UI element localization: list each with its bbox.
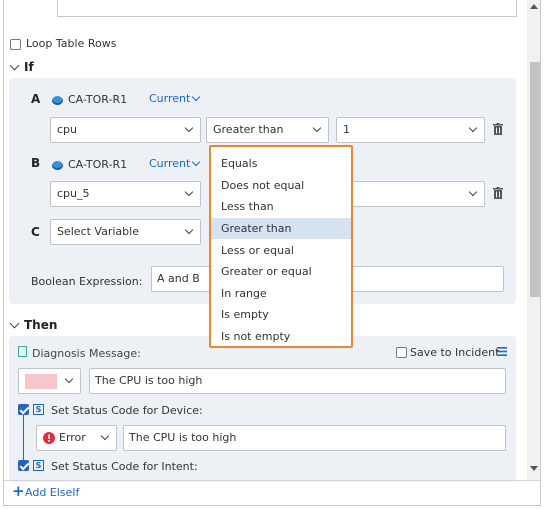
row-b-value-select[interactable] bbox=[336, 181, 485, 207]
row-a-mode[interactable]: Current bbox=[149, 92, 190, 105]
editor-frame: Loop Table Rows If A CA-TOR-R1 Current c… bbox=[3, 0, 541, 506]
loop-table-rows-checkbox[interactable] bbox=[10, 39, 21, 50]
status-code-intent-checkbox[interactable] bbox=[18, 460, 29, 471]
if-collapse-chevron-icon[interactable] bbox=[9, 60, 20, 71]
chevron-down-icon bbox=[184, 225, 194, 235]
add-icon: + bbox=[12, 482, 25, 500]
row-a-variable-select[interactable]: cpu bbox=[50, 117, 201, 143]
device-icon bbox=[52, 96, 63, 105]
row-a-value: 1 bbox=[343, 123, 350, 136]
row-b-variable-select[interactable]: cpu_5 bbox=[50, 181, 201, 207]
add-elseif-link[interactable]: Add ElseIf bbox=[25, 486, 79, 499]
save-to-incident-label: Save to Incident bbox=[410, 346, 500, 359]
document-icon bbox=[18, 346, 27, 357]
dropdown-option-is-not-empty[interactable]: Is not empty bbox=[211, 326, 351, 347]
script-badge-icon: S bbox=[33, 404, 44, 415]
diagnosis-message-input[interactable]: The CPU is too high bbox=[89, 368, 506, 394]
error-icon bbox=[43, 432, 55, 444]
loop-table-rows-label: Loop Table Rows bbox=[26, 37, 117, 50]
row-b-letter: B bbox=[31, 156, 41, 170]
device-icon bbox=[52, 161, 63, 170]
text-area-bottom[interactable] bbox=[57, 0, 517, 17]
menu-lines-icon[interactable] bbox=[497, 347, 507, 356]
row-a-operator-select[interactable]: Greater than bbox=[206, 117, 329, 143]
row-b-variable-value: cpu_5 bbox=[57, 187, 90, 200]
chevron-down-icon bbox=[468, 187, 478, 197]
chevron-down-icon bbox=[184, 187, 194, 197]
then-section-title: Then bbox=[24, 318, 58, 332]
footer-divider bbox=[4, 480, 540, 481]
then-collapse-chevron-icon[interactable] bbox=[9, 318, 20, 329]
dropdown-option-is-empty[interactable]: Is empty bbox=[211, 304, 351, 325]
color-swatch bbox=[25, 374, 57, 389]
scroll-up-arrow-icon[interactable] bbox=[530, 4, 538, 9]
status-level-value: Error bbox=[59, 431, 86, 444]
chevron-down-icon bbox=[64, 374, 74, 384]
row-c-variable-value: Select Variable bbox=[57, 225, 139, 238]
row-b-device[interactable]: CA-TOR-R1 bbox=[68, 158, 127, 171]
row-a-letter: A bbox=[31, 92, 41, 106]
row-b-mode[interactable]: Current bbox=[149, 157, 190, 170]
row-a-operator-value: Greater than bbox=[213, 123, 284, 136]
dropdown-option-does-not-equal[interactable]: Does not equal bbox=[211, 175, 351, 196]
scrollbar-thumb[interactable] bbox=[530, 62, 540, 297]
chevron-down-icon bbox=[184, 123, 194, 133]
script-badge-icon: S bbox=[33, 460, 44, 471]
color-select[interactable] bbox=[18, 368, 81, 394]
if-section-title: If bbox=[24, 60, 34, 74]
scroll-down-arrow-icon[interactable] bbox=[530, 466, 538, 471]
status-code-device-label: Set Status Code for Device: bbox=[51, 404, 203, 417]
row-a-variable-value: cpu bbox=[57, 123, 78, 136]
row-a-value-select[interactable]: 1 bbox=[336, 117, 485, 143]
dropdown-option-less-or-equal[interactable]: Less or equal bbox=[211, 240, 351, 261]
status-code-intent-label: Set Status Code for Intent: bbox=[51, 460, 198, 473]
status-level-select[interactable]: Error bbox=[36, 425, 117, 451]
dropdown-option-less-than[interactable]: Less than bbox=[211, 196, 351, 217]
diagnosis-message-label: Diagnosis Message: bbox=[32, 347, 141, 360]
boolean-expression-label: Boolean Expression: bbox=[31, 275, 143, 288]
dropdown-option-equals[interactable]: Equals bbox=[211, 153, 351, 174]
chevron-down-icon bbox=[100, 431, 110, 441]
row-b-delete-trash-icon[interactable] bbox=[493, 187, 503, 199]
row-c-variable-select[interactable]: Select Variable bbox=[50, 219, 201, 245]
save-to-incident-checkbox[interactable] bbox=[396, 347, 407, 358]
row-a-delete-trash-icon[interactable] bbox=[493, 123, 503, 135]
dropdown-option-greater-than[interactable]: Greater than bbox=[211, 218, 351, 239]
operator-dropdown-menu: Equals Does not equal Less than Greater … bbox=[209, 145, 353, 348]
row-a-device[interactable]: CA-TOR-R1 bbox=[68, 93, 127, 106]
chevron-down-icon bbox=[312, 123, 322, 133]
dropdown-option-greater-or-equal[interactable]: Greater or equal bbox=[211, 261, 351, 282]
status-message-input[interactable]: The CPU is too high bbox=[123, 425, 506, 451]
chevron-down-icon bbox=[468, 123, 478, 133]
row-c-letter: C bbox=[31, 225, 40, 239]
status-code-device-checkbox[interactable] bbox=[18, 404, 29, 415]
dropdown-option-in-range[interactable]: In range bbox=[211, 283, 351, 304]
